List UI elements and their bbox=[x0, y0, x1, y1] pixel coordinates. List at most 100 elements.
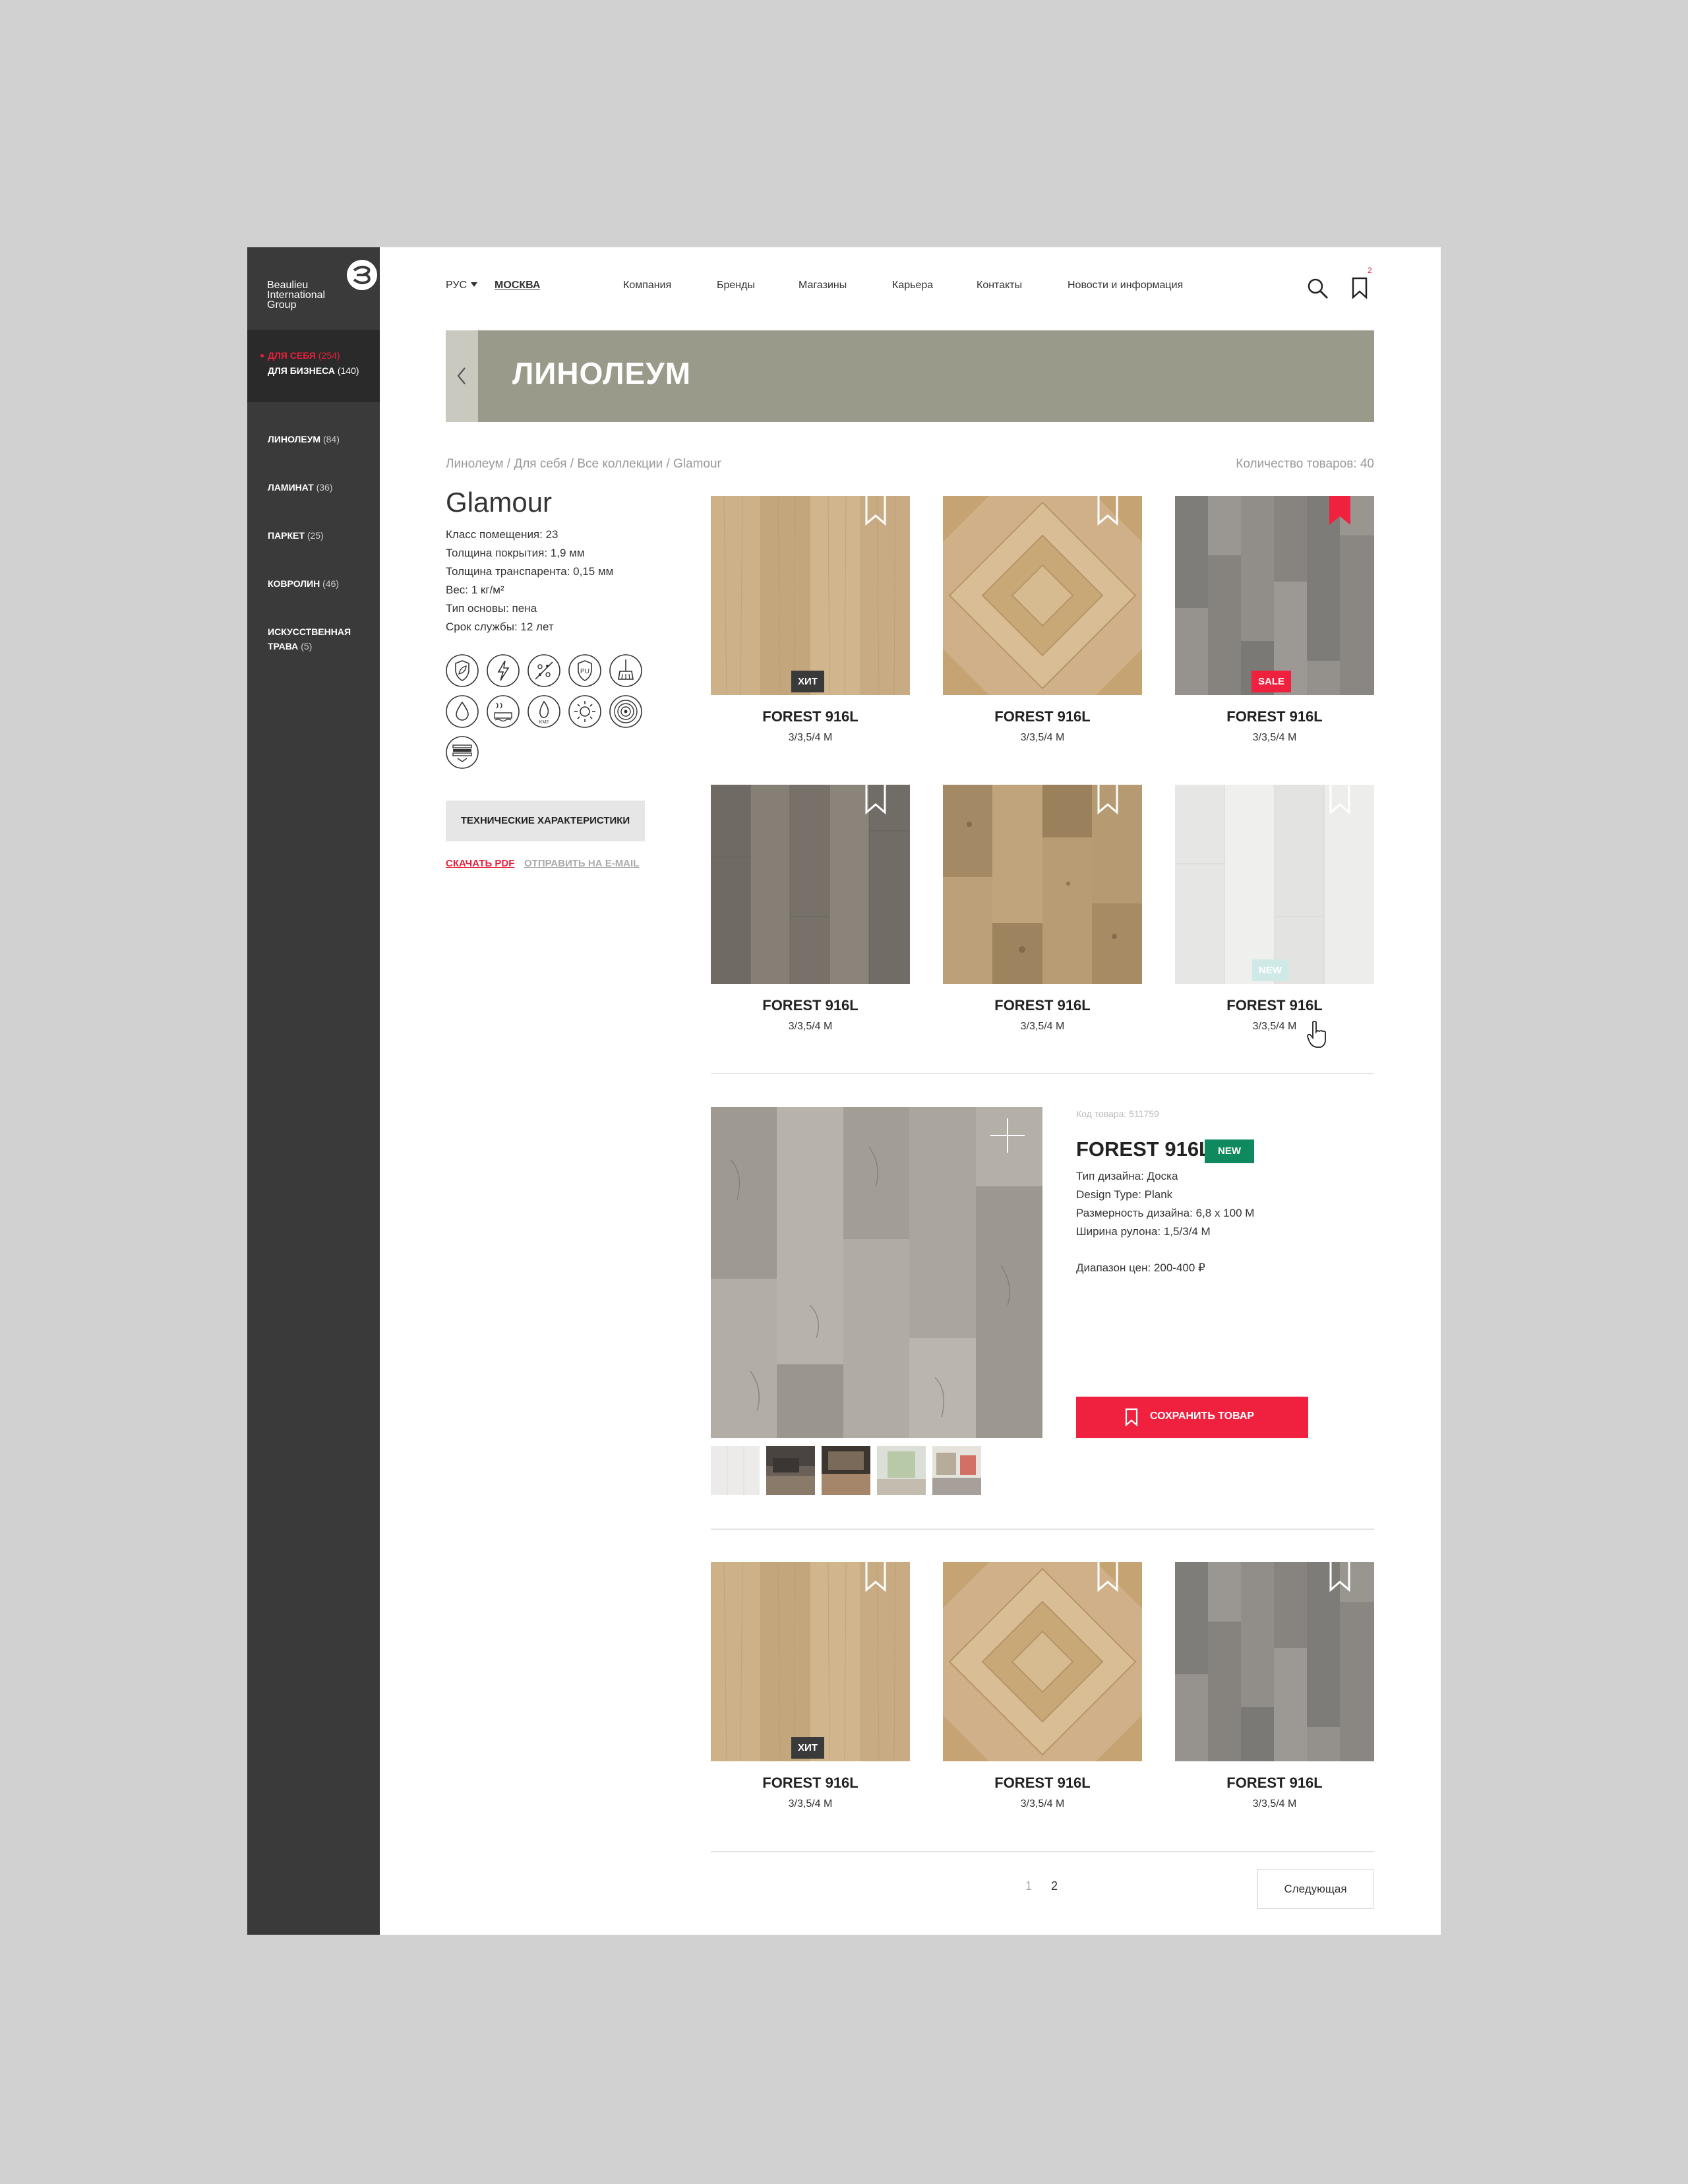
sidebar-item-laminate[interactable]: ЛАМИНАТ (36) bbox=[268, 480, 333, 495]
product-spec: Размерность дизайна: 6,8 x 100 M bbox=[1076, 1207, 1255, 1219]
product-name: FOREST 916L bbox=[994, 708, 1091, 725]
search-icon[interactable] bbox=[1307, 278, 1329, 300]
city-selector[interactable]: МОСКВА bbox=[495, 280, 540, 291]
hit-badge: ХИТ bbox=[791, 671, 824, 692]
category-count: (36) bbox=[316, 482, 333, 493]
nav-news[interactable]: Новости и информация bbox=[1068, 280, 1183, 291]
eco-shield-icon bbox=[446, 654, 479, 687]
divider bbox=[711, 1851, 1374, 1852]
zoom-plus-icon[interactable] bbox=[989, 1117, 1026, 1154]
bookmark-icon[interactable] bbox=[864, 1562, 887, 1592]
logo-line: Group bbox=[267, 299, 297, 311]
save-button-label: СОХРАНИТЬ ТОВАР bbox=[1150, 1410, 1255, 1422]
audience-item-personal[interactable]: ДЛЯ СЕБЯ (254) bbox=[260, 350, 340, 361]
product-thumbnail[interactable] bbox=[932, 1446, 981, 1495]
logo[interactable]: Beaulieu International Group bbox=[267, 259, 377, 322]
save-product-button[interactable]: СОХРАНИТЬ ТОВАР bbox=[1076, 1397, 1308, 1438]
category-label: ИСКУССТВЕННАЯ bbox=[268, 626, 351, 637]
divider bbox=[711, 1073, 1374, 1074]
product-name: FOREST 916L bbox=[994, 997, 1091, 1014]
collection-title: Glamour bbox=[446, 487, 553, 518]
language-selector[interactable]: РУС bbox=[446, 280, 478, 291]
svg-text:PU: PU bbox=[580, 668, 589, 675]
audience-switch: ДЛЯ СЕБЯ (254) ДЛЯ БИЗНЕСА (140) bbox=[247, 330, 380, 402]
product-code: Код товара: 511759 bbox=[1076, 1108, 1159, 1119]
back-button[interactable] bbox=[446, 330, 478, 422]
collection-spec: Толщина покрытия: 1,9 мм bbox=[446, 547, 585, 559]
breadcrumb[interactable]: Линолеум / Для себя / Все коллекции / Gl… bbox=[446, 457, 721, 471]
send-email-link[interactable]: ОТПРАВИТЬ НА E-MAIL bbox=[524, 858, 639, 869]
category-banner: ЛИНОЛЕУМ bbox=[446, 330, 1374, 422]
logo-text: Beaulieu International Group bbox=[267, 280, 325, 311]
product-name: FOREST 916L bbox=[994, 1774, 1091, 1791]
nav-brands[interactable]: Бренды bbox=[717, 280, 755, 291]
category-label: ПАРКЕТ bbox=[268, 530, 305, 541]
underfloor-heating-icon bbox=[487, 695, 520, 728]
product-thumbnail[interactable] bbox=[822, 1446, 870, 1495]
bookmark-icon[interactable] bbox=[1329, 1562, 1351, 1592]
bookmark-icon[interactable] bbox=[1329, 785, 1351, 815]
category-label: ТРАВА bbox=[268, 641, 299, 652]
page-link-2[interactable]: 2 bbox=[1051, 1879, 1058, 1893]
product-name: FOREST 916L bbox=[762, 708, 859, 725]
download-pdf-link[interactable]: СКАЧАТЬ PDF bbox=[446, 858, 514, 869]
logo-mark-icon bbox=[347, 260, 377, 290]
bookmark-icon[interactable] bbox=[1097, 496, 1119, 526]
active-dot bbox=[260, 354, 264, 357]
items-count: Количество товаров: 40 bbox=[1236, 457, 1374, 471]
page-link-1[interactable]: 1 bbox=[1025, 1879, 1032, 1893]
chevron-left-icon bbox=[457, 367, 466, 384]
new-badge: NEW bbox=[1252, 959, 1288, 981]
bookmark-icon[interactable] bbox=[1097, 1562, 1119, 1592]
antibacterial-icon bbox=[528, 654, 560, 687]
product-thumbnail[interactable] bbox=[711, 1446, 760, 1495]
nav-stores[interactable]: Магазины bbox=[799, 280, 847, 291]
product-size: 3/3,5/4 М bbox=[1252, 1798, 1297, 1809]
bookmark-icon[interactable] bbox=[1097, 785, 1119, 815]
product-size: 3/3,5/4 М bbox=[788, 732, 833, 743]
sale-badge: SALE bbox=[1251, 671, 1292, 692]
sun-resistant-icon bbox=[568, 695, 601, 728]
page-title: ЛИНОЛЕУМ bbox=[512, 356, 692, 390]
easy-clean-icon bbox=[609, 654, 642, 687]
bookmark-icon[interactable] bbox=[864, 785, 887, 815]
nav-career[interactable]: Карьера bbox=[892, 280, 933, 291]
category-count: (84) bbox=[322, 434, 340, 444]
category-label: КОВРОЛИН bbox=[268, 578, 320, 589]
collection-spec: Срок службы: 12 лет bbox=[446, 621, 554, 633]
product-size: 3/3,5/4 М bbox=[788, 1798, 833, 1809]
product-name: FOREST 916L bbox=[762, 1774, 859, 1791]
wear-rings-icon bbox=[609, 695, 642, 728]
nav-company[interactable]: Компания bbox=[623, 280, 671, 291]
product-name: FOREST 916L bbox=[1226, 997, 1323, 1014]
audience-item-business[interactable]: ДЛЯ БИЗНЕСА (140) bbox=[268, 365, 359, 376]
collection-spec: Вес: 1 кг/м² bbox=[446, 584, 504, 596]
sidebar-item-linoleum[interactable]: ЛИНОЛЕУМ (84) bbox=[268, 432, 340, 446]
water-resistant-icon bbox=[446, 695, 479, 728]
product-main-image[interactable] bbox=[711, 1107, 1042, 1438]
audience-label: ДЛЯ СЕБЯ bbox=[268, 350, 316, 361]
logo-line: Beaulieu bbox=[267, 280, 309, 291]
product-thumbnail[interactable] bbox=[766, 1446, 815, 1495]
hit-badge: ХИТ bbox=[791, 1737, 824, 1759]
collection-spec: Тип основы: пена bbox=[446, 602, 537, 615]
product-spec: Тип дизайна: Доска bbox=[1076, 1170, 1178, 1182]
bookmark-icon bbox=[1125, 1408, 1138, 1427]
svg-text:KM2: KM2 bbox=[539, 720, 549, 725]
sidebar-item-artificial-grass[interactable]: ИСКУССТВЕННАЯ ТРАВА (5) bbox=[268, 624, 351, 653]
tech-specs-button[interactable]: ТЕХНИЧЕСКИЕ ХАРАКТЕРИСТИКИ bbox=[446, 801, 645, 841]
bookmark-icon[interactable] bbox=[1352, 277, 1368, 299]
sidebar: Beaulieu International Group ДЛЯ СЕБЯ (2… bbox=[247, 247, 380, 1935]
sidebar-item-carpet[interactable]: КОВРОЛИН (46) bbox=[268, 576, 339, 591]
product-thumbnail[interactable] bbox=[877, 1446, 926, 1495]
bookmark-icon[interactable] bbox=[864, 496, 887, 526]
sidebar-item-parquet[interactable]: ПАРКЕТ (25) bbox=[268, 528, 324, 543]
next-page-button[interactable]: Следующая bbox=[1257, 1869, 1373, 1909]
bookmark-saved-icon[interactable] bbox=[1329, 496, 1351, 526]
product-spec: Design Type: Plank bbox=[1076, 1188, 1173, 1201]
bookmark-count: 2 bbox=[1368, 266, 1372, 275]
pu-protection-icon: PU bbox=[568, 654, 601, 687]
nav-contacts[interactable]: Контакты bbox=[977, 280, 1022, 291]
divider bbox=[711, 1529, 1374, 1530]
audience-count: (140) bbox=[337, 365, 359, 376]
